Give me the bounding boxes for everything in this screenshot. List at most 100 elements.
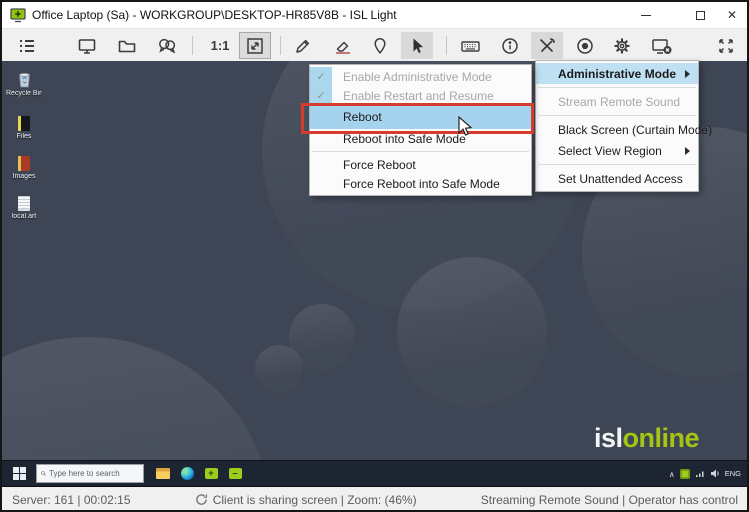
menu-separator [538,115,696,116]
zoom-1to1-button[interactable]: 1:1 [204,32,236,59]
chat-bubbles-icon [157,36,177,56]
network-icon[interactable] [695,469,705,478]
pointer-button[interactable] [401,32,433,59]
window-title: Office Laptop (Sa) - WORKGROUP\DESKTOP-H… [32,8,397,22]
menu-item-black-screen[interactable]: Black Screen (Curtain Mode) [536,119,698,140]
system-tray: ∧ ENG [669,469,747,479]
refresh-icon [195,493,208,506]
desktop-view-button[interactable] [71,32,103,59]
menu-separator [312,151,529,152]
session-toolbar: 1:1 [2,28,747,61]
menu-item-reboot[interactable]: Reboot [310,105,531,129]
keyboard-button[interactable] [454,32,486,59]
desktop-icon-label: Recycle Bin [6,90,42,97]
menu-separator [538,87,696,88]
document-icon [18,196,30,211]
menu-item-label: Black Screen (Curtain Mode) [558,123,712,137]
menu-item-select-view-region[interactable]: Select View Region [536,140,698,161]
taskbar-search[interactable] [36,464,144,483]
menu-item-label: Enable Administrative Mode [332,67,492,86]
desktop-icon-recycle-bin[interactable]: Recycle Bin [6,70,42,97]
status-bar: Server: 161 | 00:02:15 Client is sharing… [2,487,747,512]
eraser-icon [333,36,353,56]
islonline-logo: islonline [594,423,699,454]
tray-isl-icon[interactable] [680,469,690,479]
tray-chevron-icon[interactable]: ∧ [669,470,675,479]
toolbar-separator [192,36,193,55]
list-menu-icon [17,36,37,56]
taskbar-isl-light-button[interactable]: + [199,461,223,487]
menu-item-reboot-into-safe-mode[interactable]: Reboot into Safe Mode [310,129,531,148]
menu-item-label: Administrative Mode [558,67,676,81]
erase-button[interactable] [327,32,359,59]
menu-item-enable-administrative-mode: ✓ Enable Administrative Mode [310,67,531,86]
desktop-icon-label: Images [6,173,42,180]
menu-item-force-reboot[interactable]: Force Reboot [310,155,531,174]
checkmark-icon: ✓ [310,67,332,86]
menu-item-set-unattended-access[interactable]: Set Unattended Access [536,168,698,189]
status-server-info: Server: 161 | 00:02:15 [12,493,131,507]
desktop-icon-label: local art [6,213,42,220]
menu-item-label: Set Unattended Access [558,172,683,186]
tools-icon [537,36,557,56]
file-explorer-icon [156,468,170,479]
menu-item-label: Force Reboot into Safe Mode [332,174,500,193]
menu-item-administrative-mode[interactable]: Administrative Mode [536,63,698,84]
keyboard-icon [460,36,481,56]
speaker-icon[interactable] [710,469,720,478]
taskbar-isl-alwayson-button[interactable]: – [223,461,247,487]
cursor-arrow-icon [407,36,427,56]
status-sound-control-info: Streaming Remote Sound | Operator has co… [481,493,738,507]
info-button[interactable] [494,32,526,59]
submenu-arrow-icon [685,70,690,78]
search-input[interactable] [49,469,139,478]
marker-button[interactable] [364,32,396,59]
file-transfer-button[interactable] [111,32,143,59]
minimize-button[interactable] [630,2,662,28]
fullscreen-button[interactable] [710,32,742,59]
menu-item-force-reboot-into-safe-mode[interactable]: Force Reboot into Safe Mode [310,174,531,193]
menu-item-stream-remote-sound: Stream Remote Sound [536,91,698,112]
taskbar-edge-button[interactable] [175,461,199,487]
info-icon [500,36,520,56]
record-button[interactable] [569,32,601,59]
maximize-icon [696,11,705,20]
language-indicator[interactable]: ENG [725,469,741,478]
fullscreen-expand-icon [716,36,736,56]
tools-button[interactable] [531,32,563,59]
chat-button[interactable] [151,32,183,59]
menu-item-label: Force Reboot [332,155,416,174]
close-icon: ✕ [727,9,737,21]
menu-item-label: Stream Remote Sound [558,95,680,109]
menu-separator [538,164,696,165]
menu-item-label: Select View Region [558,144,662,158]
location-pin-icon [370,36,390,56]
desktop-icon-files[interactable]: Files [6,113,42,140]
menu-item-label: Enable Restart and Resume [332,86,494,105]
isl-light-window: Office Laptop (Sa) - WORKGROUP\DESKTOP-H… [0,0,749,512]
background-circle [255,345,303,393]
one-to-one-icon: 1:1 [211,38,230,53]
background-circle [397,257,547,407]
gear-icon [612,36,632,56]
desktop-icon-local-art[interactable]: local art [6,193,42,220]
session-menu-button[interactable] [11,32,43,59]
maximize-button[interactable] [684,2,716,28]
desktop-icon-images[interactable]: Images [6,153,42,180]
edge-browser-icon [181,467,194,480]
status-sharing-text: Client is sharing screen | Zoom: (46%) [213,493,417,507]
files-folder-icon [18,116,30,131]
fit-to-screen-button[interactable] [239,32,271,59]
settings-button[interactable] [606,32,638,59]
minimize-icon [641,15,651,16]
status-sharing-info: Client is sharing screen | Zoom: (46%) [195,493,417,507]
disconnect-button[interactable] [646,32,678,59]
logo-isl-text: isl [594,423,623,453]
taskbar-file-explorer-button[interactable] [151,461,175,487]
start-button[interactable] [2,461,36,487]
draw-button[interactable] [287,32,319,59]
close-button[interactable]: ✕ [716,2,748,28]
administrative-mode-submenu: ✓ Enable Administrative Mode ✓ Enable Re… [309,64,532,196]
isl-alwayson-icon: – [229,468,242,479]
toolbar-separator [446,36,447,55]
